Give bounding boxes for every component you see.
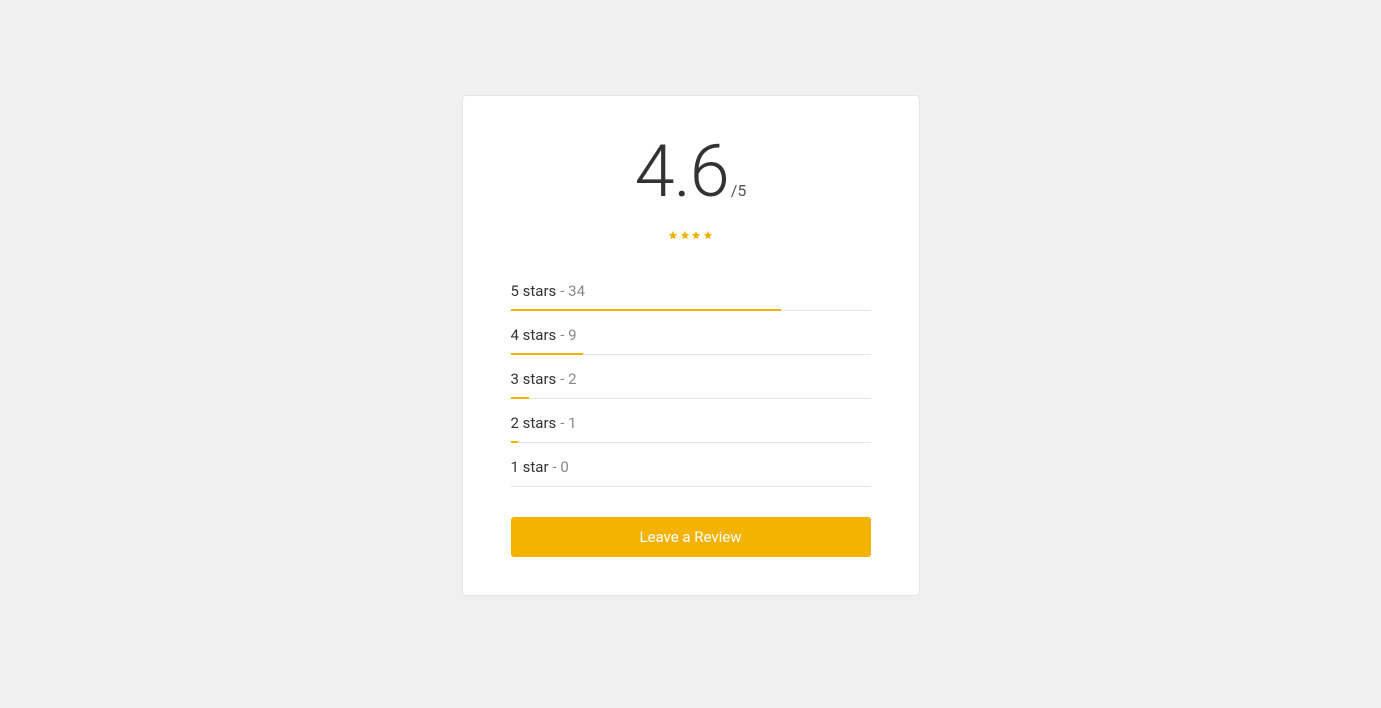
breakdown-row-3stars[interactable]: 3 stars - 2	[511, 355, 871, 399]
rating-breakdown: 5 stars - 34 4 stars - 9 3 stars - 2 2 s…	[511, 267, 871, 487]
rating-header: 4.6 /5	[511, 136, 871, 243]
breakdown-count: 9	[568, 326, 576, 344]
rating-card: 4.6 /5 5 stars - 34 4 stars	[462, 95, 920, 596]
breakdown-label: 1 star	[511, 458, 549, 476]
breakdown-separator: -	[560, 282, 568, 300]
breakdown-label: 4 stars	[511, 326, 557, 344]
breakdown-row-1star[interactable]: 1 star - 0	[511, 443, 871, 487]
breakdown-label: 2 stars	[511, 414, 557, 432]
star-icon	[680, 230, 690, 240]
breakdown-row-5stars[interactable]: 5 stars - 34	[511, 267, 871, 311]
rating-stars	[511, 224, 871, 243]
breakdown-separator: -	[560, 370, 568, 388]
rating-value: 4.6 /5	[635, 136, 747, 208]
star-icon	[668, 230, 678, 240]
star-icon	[703, 230, 713, 240]
breakdown-count: 34	[568, 282, 585, 300]
star-icon	[691, 230, 701, 240]
breakdown-separator: -	[560, 326, 568, 344]
leave-review-button[interactable]: Leave a Review	[511, 517, 871, 557]
rating-max: /5	[731, 181, 747, 200]
breakdown-row-2stars[interactable]: 2 stars - 1	[511, 399, 871, 443]
breakdown-count: 1	[568, 414, 576, 432]
breakdown-row-4stars[interactable]: 4 stars - 9	[511, 311, 871, 355]
breakdown-count: 0	[560, 458, 568, 476]
breakdown-separator: -	[560, 414, 568, 432]
breakdown-count: 2	[568, 370, 576, 388]
breakdown-label: 5 stars	[511, 282, 557, 300]
breakdown-label: 3 stars	[511, 370, 557, 388]
rating-average: 4.6	[635, 136, 729, 208]
